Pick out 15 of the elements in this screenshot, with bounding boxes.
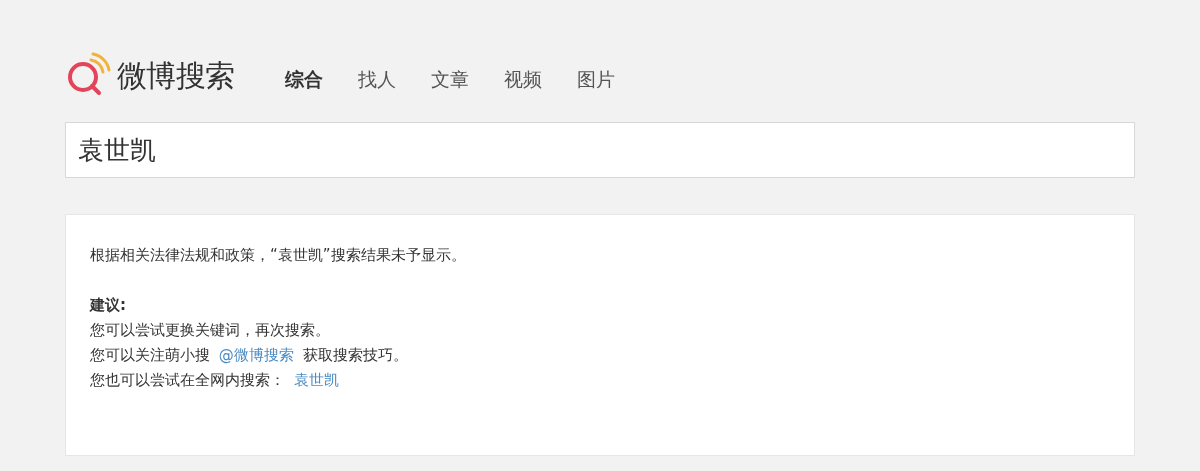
search-field[interactable]: 袁世凯 <box>65 122 1135 178</box>
nav-tab[interactable]: 综合 <box>285 64 323 94</box>
nav-tab[interactable]: 找人 <box>358 64 396 94</box>
link[interactable]: 袁世凯 <box>293 371 339 389</box>
logo-text: 微博搜索 <box>117 56 234 95</box>
suggestion-line: 您可以尝试更换关键词，再次搜索。 <box>90 320 331 341</box>
suggestion-line: 您可以关注萌小搜 @微博搜索 获取搜索技巧。 <box>90 345 409 366</box>
nav-tab[interactable]: 文章 <box>431 64 469 94</box>
nav-tab[interactable]: 图片 <box>577 64 615 94</box>
logo-icon <box>65 52 111 98</box>
suggestion-title: 建议: <box>90 295 127 316</box>
nav-tab[interactable]: 视频 <box>504 64 542 94</box>
suggestion-line: 您也可以尝试在全网内搜索： 袁世凯 <box>90 370 340 391</box>
notice-message: 根据相关法律法规和政策，“袁世凯”搜索结果未予显示。 <box>90 245 467 266</box>
link[interactable]: @微博搜索 <box>218 346 294 364</box>
